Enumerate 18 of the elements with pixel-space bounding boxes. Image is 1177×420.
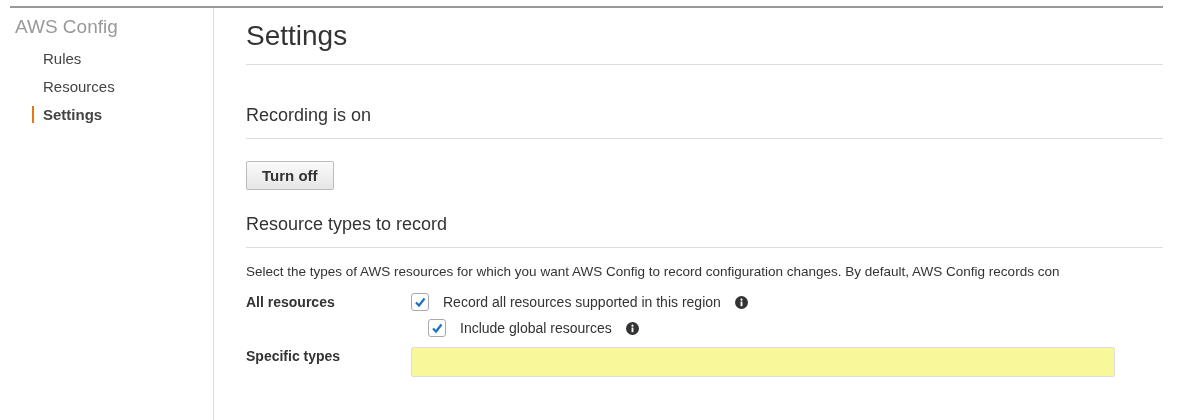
- section-heading: Resource types to record: [246, 214, 1163, 248]
- sidebar-item[interactable]: Resources: [32, 78, 115, 95]
- turn-off-button[interactable]: Turn off: [246, 161, 334, 190]
- page-title: Settings: [246, 8, 1163, 65]
- info-icon: [625, 321, 639, 335]
- field-label: All resources: [246, 293, 336, 310]
- description-text: Select the types of AWS resources for which you want AWS Config to record configuration changes. By default, AWS Config records con: [246, 264, 1061, 279]
- checkbox[interactable]: [411, 293, 429, 311]
- input-field[interactable]: [411, 347, 1115, 377]
- checkbox[interactable]: [428, 319, 446, 337]
- sidebar-title: AWS Config: [15, 16, 119, 38]
- sidebar-item[interactable]: Settings: [32, 106, 103, 123]
- checkbox-label: Record all resources supported in this region: [443, 294, 721, 310]
- info-icon: [734, 295, 748, 309]
- section-heading: Recording is on: [246, 105, 1163, 139]
- sidebar-item[interactable]: Rules: [32, 50, 82, 67]
- checkbox-label: Include global resources: [460, 320, 612, 336]
- field-label: Specific types: [246, 347, 342, 364]
